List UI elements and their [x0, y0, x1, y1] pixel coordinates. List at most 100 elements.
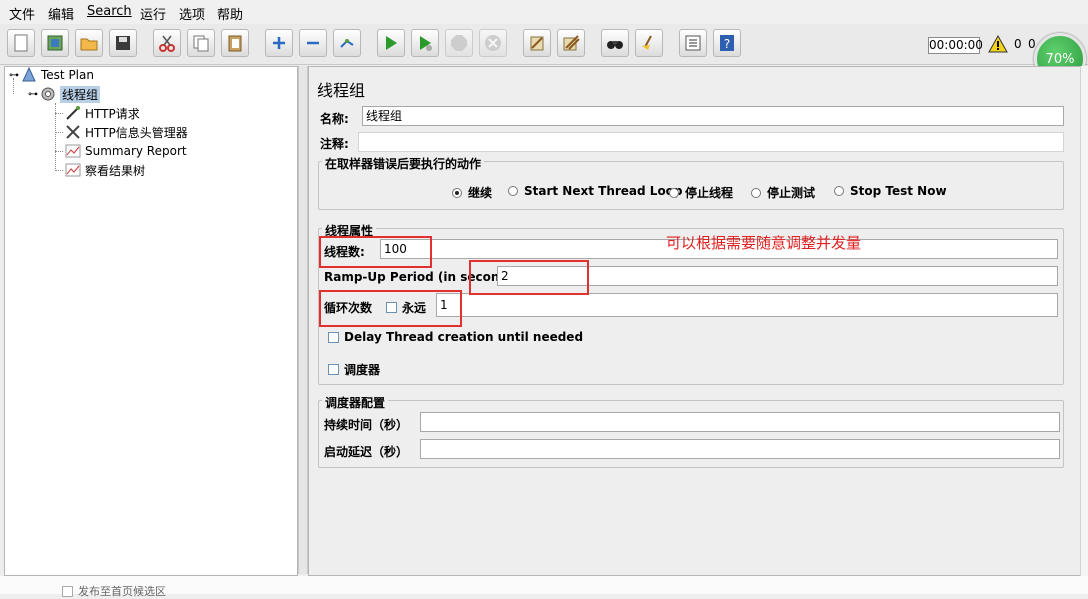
warning-icon[interactable] [988, 35, 1008, 53]
start-no-pause-button[interactable] [411, 29, 439, 57]
checkbox-label: Delay Thread creation until needed [344, 330, 584, 344]
radio-stop-test[interactable]: 停止测试 [751, 184, 815, 201]
active-thread-count: 0 [1028, 37, 1036, 51]
function-helper-icon [685, 35, 701, 51]
tree-connector [55, 132, 63, 133]
menu-edit[interactable]: 编辑 [48, 4, 74, 23]
duration-label: 持续时间（秒） [324, 418, 409, 432]
open-icon [80, 38, 98, 51]
tree-expand-handle[interactable]: ⊶ [9, 70, 21, 81]
highlight-loop-count [319, 290, 462, 327]
elapsed-timer: 00:00:00 [928, 37, 983, 54]
startup-delay-input[interactable] [420, 439, 1060, 459]
warning-count: 0 [1014, 37, 1022, 51]
shutdown-button[interactable] [479, 29, 507, 57]
tree-connector [55, 151, 63, 152]
highlight-thread-count [319, 236, 432, 268]
tree-item-label: Summary Report [85, 144, 187, 158]
radio-dot [669, 187, 679, 198]
start-button[interactable] [377, 29, 405, 57]
radio-label: Stop Test Now [850, 184, 947, 198]
search-button[interactable] [601, 29, 629, 57]
scheduler-config-title: 调度器配置 [322, 394, 389, 411]
tree-item-test-plan[interactable]: ⊶ Test Plan [9, 66, 94, 84]
collapse-icon [307, 41, 319, 45]
chart-icon [65, 144, 81, 158]
radio-dot [508, 186, 518, 196]
test-plan-icon [22, 67, 36, 82]
tree-item-summary-report[interactable]: Summary Report [65, 142, 187, 160]
open-button[interactable] [75, 29, 103, 57]
radio-stop-thread[interactable]: 停止线程 [669, 184, 733, 201]
tree-item-label: HTTP信息头管理器 [85, 125, 188, 140]
templates-button[interactable] [41, 29, 69, 57]
radio-dot [452, 187, 462, 198]
reset-search-icon [642, 35, 652, 50]
wrench-icon [66, 125, 80, 139]
radio-continue[interactable]: 继续 [452, 184, 492, 201]
new-button[interactable] [7, 29, 35, 57]
comment-label: 注释: [320, 137, 349, 151]
svg-text:?: ? [724, 37, 730, 51]
vertical-scrollbar[interactable] [1080, 66, 1088, 576]
expand-button[interactable] [265, 29, 293, 57]
menu-help[interactable]: 帮助 [217, 4, 243, 23]
menu-run[interactable]: 运行 [140, 4, 166, 23]
radio-start-next-loop[interactable]: Start Next Thread Loop [508, 184, 683, 198]
tree-item-label: 线程组 [60, 85, 101, 103]
comment-input[interactable] [358, 132, 1064, 152]
templates-icon [47, 35, 63, 51]
start-no-pause-icon [420, 36, 432, 51]
tree-connector [55, 113, 63, 114]
tree-item-results-tree[interactable]: 察看结果树 [65, 161, 145, 179]
clear-button[interactable] [523, 29, 551, 57]
help-icon: ? [720, 35, 734, 51]
tree-item-header-manager[interactable]: HTTP信息头管理器 [65, 123, 188, 141]
copy-icon [193, 35, 209, 52]
highlight-rampup [469, 260, 589, 295]
paste-button[interactable] [221, 29, 249, 57]
publish-checkbox[interactable]: 发布至首页候选区 [62, 583, 166, 599]
duration-input[interactable] [420, 412, 1060, 432]
tree-item-thread-group[interactable]: ⊶ 线程组 [28, 85, 101, 103]
panel-splitter[interactable] [298, 66, 308, 574]
toggle-button[interactable] [333, 29, 361, 57]
collapse-button[interactable] [299, 29, 327, 57]
delay-thread-checkbox[interactable]: Delay Thread creation until needed [328, 330, 583, 344]
function-helper-button[interactable] [679, 29, 707, 57]
menu-options[interactable]: 选项 [179, 4, 205, 23]
menu-search[interactable]: Search [87, 4, 132, 19]
chart-icon [65, 163, 81, 177]
name-input[interactable]: 线程组 [362, 106, 1064, 126]
paste-icon [228, 35, 242, 52]
toggle-icon [340, 39, 354, 48]
menu-file[interactable]: 文件 [9, 4, 35, 23]
stop-icon [451, 35, 467, 51]
checkbox-label: 发布至首页候选区 [78, 585, 166, 598]
checkbox-box [328, 364, 339, 375]
menu-bar: 文件 编辑 Search 运行 选项 帮助 [0, 0, 1088, 24]
stop-button[interactable] [445, 29, 473, 57]
save-icon [116, 36, 130, 50]
radio-stop-test-now[interactable]: Stop Test Now [834, 184, 947, 198]
clear-all-button[interactable] [557, 29, 585, 57]
search-icon [607, 41, 623, 49]
error-action-title: 在取样器错误后要执行的动作 [322, 155, 485, 172]
help-button[interactable]: ? [713, 29, 741, 57]
reset-search-button[interactable] [635, 29, 663, 57]
expand-icon [273, 37, 285, 49]
tree-expand-handle[interactable]: ⊶ [28, 89, 40, 100]
page-title: 线程组 [317, 81, 366, 100]
radio-label: 继续 [468, 186, 493, 200]
copy-button[interactable] [187, 29, 215, 57]
checkbox-box [62, 585, 73, 597]
checkbox-box [328, 331, 339, 343]
tree-connector [55, 170, 63, 171]
save-button[interactable] [109, 29, 137, 57]
radio-label: 停止线程 [685, 186, 734, 200]
loop-count-input[interactable]: 1 [436, 293, 1058, 317]
scheduler-checkbox[interactable]: 调度器 [328, 361, 380, 378]
toolbar: ? 00:00:00 [0, 24, 1088, 65]
cut-button[interactable] [153, 29, 181, 57]
tree-item-http-request[interactable]: HTTP请求 [65, 104, 140, 122]
